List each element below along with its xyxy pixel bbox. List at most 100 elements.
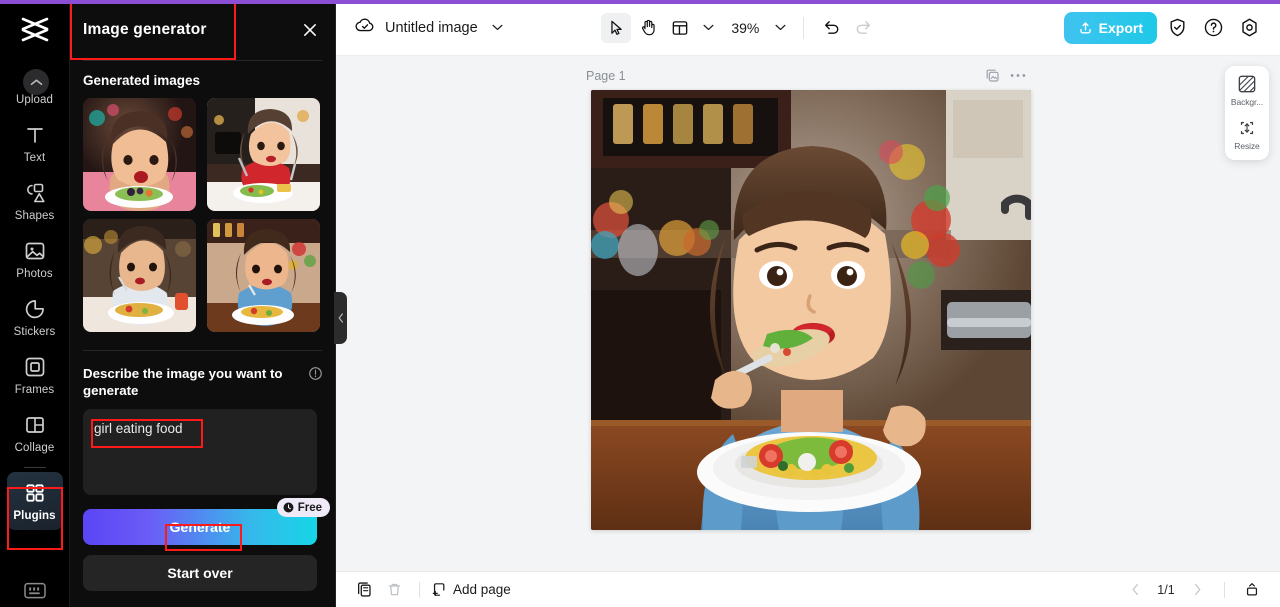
duplicate-page-icon: [986, 69, 999, 82]
plugins-icon: [25, 483, 44, 502]
more-horizontal-icon: [1010, 74, 1026, 77]
chevron-down-icon: [775, 24, 786, 31]
sidebar-item-label: Upload: [15, 93, 54, 106]
page-label: Page 1: [586, 68, 626, 83]
cursor-arrow-icon: [611, 20, 623, 35]
thumbnail-image-3: [83, 219, 196, 332]
generated-image-thumbnail[interactable]: [206, 98, 320, 211]
export-button[interactable]: Export: [1063, 11, 1157, 44]
shield-check-icon: [1170, 18, 1185, 37]
background-tool-button[interactable]: Backgr...: [1225, 74, 1269, 107]
sidebar-items: Upload Text Shapes Photos Stickers Frame…: [0, 56, 69, 530]
hand-tool-button[interactable]: [633, 13, 663, 43]
expand-panel-icon: [1246, 583, 1258, 596]
add-page-button[interactable]: Add page: [431, 581, 511, 598]
app-body: Upload Text Shapes Photos Stickers Frame…: [0, 0, 1280, 607]
panel-header: Image generator: [70, 0, 335, 60]
settings-button[interactable]: [1235, 13, 1265, 43]
settings-gear-icon: [1242, 18, 1258, 37]
resize-tool-button[interactable]: Resize: [1225, 118, 1269, 151]
layout-dropdown-button[interactable]: [697, 15, 719, 41]
chevron-down-icon: [703, 24, 714, 31]
sidebar-item-plugins[interactable]: Plugins: [6, 472, 63, 530]
canvas-area[interactable]: Page 1 Backgr... Resize: [336, 56, 1280, 571]
keyboard-icon: [24, 582, 46, 598]
generated-image-thumbnail[interactable]: [83, 219, 196, 332]
sidebar-item-collage[interactable]: Collage: [7, 404, 63, 462]
frames-icon: [25, 357, 44, 376]
thumbnail-image-4: [206, 219, 320, 332]
clock-icon: [283, 502, 294, 513]
redo-button[interactable]: [848, 13, 878, 43]
background-icon: [1238, 75, 1256, 93]
bottom-divider: [419, 581, 420, 598]
info-icon: [309, 367, 322, 380]
main-area: Untitled image 39% Export Page 1 Backgr.…: [336, 0, 1280, 607]
chevron-left-icon: [1132, 584, 1138, 595]
thumbnail-image-2: [206, 98, 320, 211]
sidebar-item-shapes[interactable]: Shapes: [7, 172, 63, 230]
cloud-check-icon: [355, 18, 374, 32]
text-icon: [26, 127, 43, 143]
zoom-dropdown-button[interactable]: [769, 15, 791, 41]
image-generator-panel: Image generator Generated images Describ…: [70, 0, 347, 607]
help-button[interactable]: [1199, 13, 1229, 43]
zoom-level: 39%: [731, 19, 760, 36]
prompt-label: Describe the image you want to generate: [83, 366, 283, 398]
panel-collapse-handle[interactable]: [334, 292, 347, 344]
sidebar-item-label: Photos: [16, 267, 53, 280]
shapes-icon: [26, 183, 45, 202]
panel-divider: [83, 350, 322, 351]
security-button[interactable]: [1163, 13, 1193, 43]
chevron-right-icon: [1194, 584, 1200, 595]
keyboard-shortcuts-button[interactable]: [21, 579, 49, 601]
generated-canvas-image: [591, 90, 1031, 530]
delete-button[interactable]: [380, 577, 408, 603]
document-title-dropdown[interactable]: [487, 15, 509, 41]
app-root: Upload Text Shapes Photos Stickers Frame…: [0, 0, 1280, 607]
select-tool-button[interactable]: [601, 12, 632, 43]
toolbar-center: 39%: [601, 12, 878, 43]
sidebar-item-stickers[interactable]: Stickers: [7, 288, 63, 346]
page-tools: [985, 68, 1026, 83]
sidebar-item-label: Collage: [14, 441, 55, 454]
sidebar-item-frames[interactable]: Frames: [7, 346, 63, 404]
panel-title: Image generator: [83, 21, 207, 38]
toolbar-left: Untitled image: [354, 14, 509, 41]
toolbar-divider: [803, 16, 805, 39]
expand-panel-button[interactable]: [1238, 577, 1266, 603]
tool-label: Backgr...: [1230, 97, 1264, 107]
app-logo[interactable]: [0, 4, 70, 56]
trash-icon: [388, 583, 400, 596]
chevron-left-icon: [338, 313, 343, 323]
left-sidebar: Upload Text Shapes Photos Stickers Frame…: [0, 0, 70, 607]
duplicate-button[interactable]: [350, 577, 378, 603]
sidebar-item-photos[interactable]: Photos: [7, 230, 63, 288]
document-title[interactable]: Untitled image: [385, 20, 478, 36]
generated-image-thumbnail[interactable]: [206, 219, 320, 332]
redo-icon: [856, 21, 870, 34]
duplicate-page-button[interactable]: [985, 68, 1000, 83]
sidebar-item-label: Frames: [14, 383, 55, 396]
tool-label: Resize: [1234, 141, 1260, 151]
hand-icon: [641, 19, 655, 36]
sidebar-item-text[interactable]: Text: [7, 114, 63, 172]
chevron-down-icon: [492, 24, 503, 31]
generated-image-thumbnail[interactable]: [83, 98, 196, 211]
prev-page-button[interactable]: [1121, 577, 1149, 603]
start-over-button[interactable]: Start over: [83, 555, 317, 591]
close-panel-button[interactable]: [299, 19, 321, 41]
prompt-input[interactable]: girl eating food: [83, 409, 317, 495]
sidebar-item-label: Text: [23, 151, 46, 164]
undo-button[interactable]: [816, 13, 846, 43]
next-page-button[interactable]: [1183, 577, 1211, 603]
page-more-options-button[interactable]: [1010, 73, 1026, 78]
sidebar-collapse-button[interactable]: [23, 69, 49, 95]
panel-body: Generated images Describe the image you …: [70, 61, 335, 607]
layout-tool-button[interactable]: [665, 13, 695, 43]
canvas-page-image[interactable]: [591, 90, 1031, 530]
cloud-save-status[interactable]: [354, 14, 376, 41]
prompt-info-button[interactable]: [309, 367, 322, 385]
generate-row: Generate Free: [83, 498, 330, 545]
question-circle-icon: [1205, 18, 1223, 37]
